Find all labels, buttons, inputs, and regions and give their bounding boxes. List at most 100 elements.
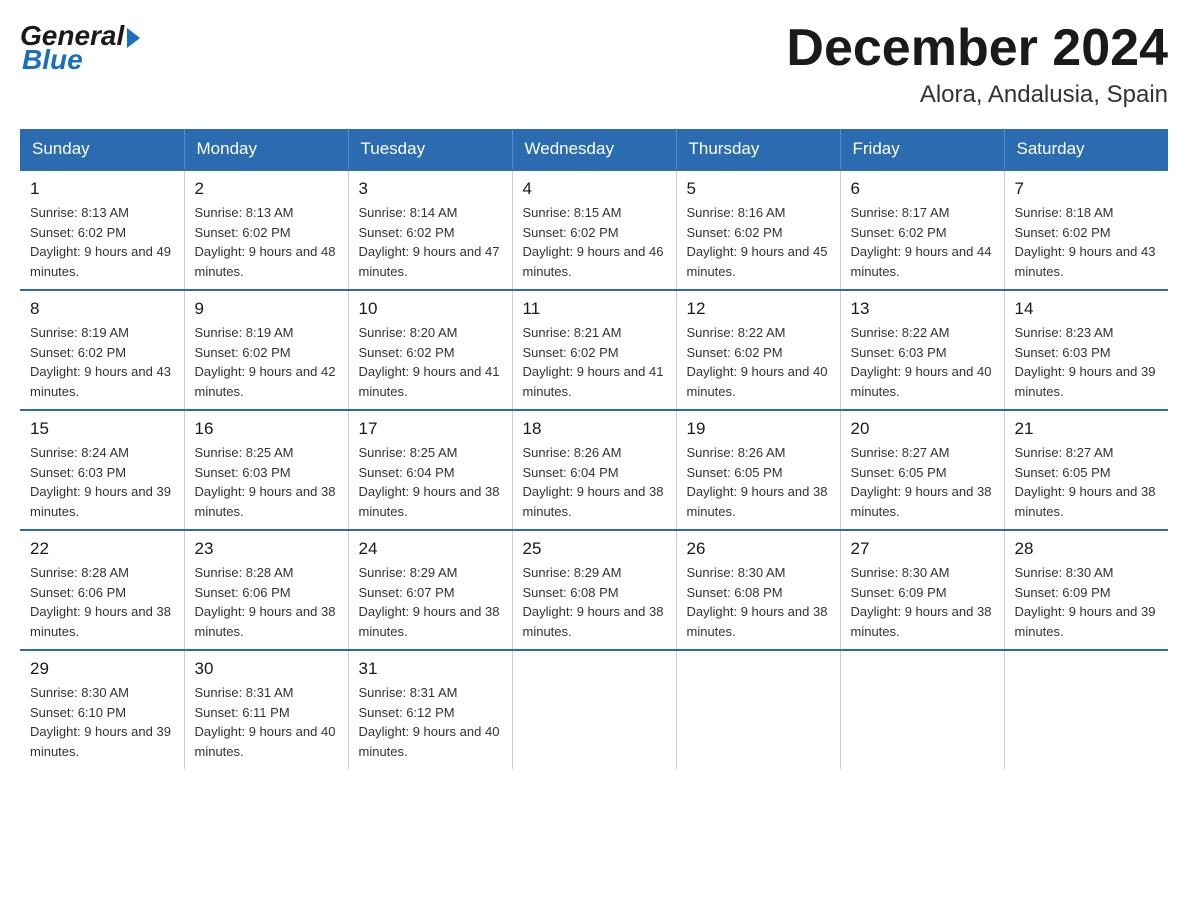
day-number: 5 bbox=[687, 179, 830, 199]
day-info: Sunrise: 8:30 AMSunset: 6:10 PMDaylight:… bbox=[30, 683, 174, 761]
calendar-day-cell: 3 Sunrise: 8:14 AMSunset: 6:02 PMDaylight… bbox=[348, 170, 512, 290]
day-number: 6 bbox=[851, 179, 994, 199]
calendar-day-cell: 26Sunrise: 8:30 AMSunset: 6:08 PMDayligh… bbox=[676, 530, 840, 650]
day-number: 15 bbox=[30, 419, 174, 439]
calendar-day-cell: 31 Sunrise: 8:31 AMSunset: 6:12 PMDayligh… bbox=[348, 650, 512, 769]
calendar-day-cell: 13 Sunrise: 8:22 AMSunset: 6:03 PMDayligh… bbox=[840, 290, 1004, 410]
day-number: 29 bbox=[30, 659, 174, 679]
day-number: 3 bbox=[359, 179, 502, 199]
day-info: Sunrise: 8:19 AMSunset: 6:02 PMDaylight:… bbox=[195, 323, 338, 401]
day-number: 18 bbox=[523, 419, 666, 439]
day-number: 31 bbox=[359, 659, 502, 679]
calendar-day-cell: 14 Sunrise: 8:23 AMSunset: 6:03 PMDayligh… bbox=[1004, 290, 1168, 410]
day-number: 26 bbox=[687, 539, 830, 559]
page-header: General Blue December 2024 Alora, Andalu… bbox=[20, 20, 1168, 109]
day-info: Sunrise: 8:31 AMSunset: 6:11 PMDaylight:… bbox=[195, 683, 338, 761]
calendar-empty-cell bbox=[840, 650, 1004, 769]
day-number: 11 bbox=[523, 299, 666, 319]
calendar-week-row: 1 Sunrise: 8:13 AMSunset: 6:02 PMDaylight… bbox=[20, 170, 1168, 290]
calendar-day-cell: 2Sunrise: 8:13 AMSunset: 6:02 PMDaylight… bbox=[184, 170, 348, 290]
day-number: 21 bbox=[1015, 419, 1159, 439]
logo-blue-text: Blue bbox=[22, 44, 83, 76]
calendar-empty-cell bbox=[512, 650, 676, 769]
calendar-day-cell: 6 Sunrise: 8:17 AMSunset: 6:02 PMDaylight… bbox=[840, 170, 1004, 290]
calendar-day-cell: 1 Sunrise: 8:13 AMSunset: 6:02 PMDaylight… bbox=[20, 170, 184, 290]
calendar-day-cell: 11 Sunrise: 8:21 AMSunset: 6:02 PMDayligh… bbox=[512, 290, 676, 410]
weekday-header-sunday: Sunday bbox=[20, 129, 184, 170]
calendar-day-cell: 23 Sunrise: 8:28 AMSunset: 6:06 PMDayligh… bbox=[184, 530, 348, 650]
day-number: 23 bbox=[195, 539, 338, 559]
day-info: Sunrise: 8:30 AMSunset: 6:09 PMDaylight:… bbox=[1015, 563, 1159, 641]
day-info: Sunrise: 8:15 AMSunset: 6:02 PMDaylight:… bbox=[523, 203, 666, 281]
day-info: Sunrise: 8:13 AMSunset: 6:02 PMDaylight:… bbox=[30, 203, 174, 281]
day-info: Sunrise: 8:18 AMSunset: 6:02 PMDaylight:… bbox=[1015, 203, 1159, 281]
calendar-week-row: 8 Sunrise: 8:19 AMSunset: 6:02 PMDaylight… bbox=[20, 290, 1168, 410]
calendar-day-cell: 16 Sunrise: 8:25 AMSunset: 6:03 PMDayligh… bbox=[184, 410, 348, 530]
day-info: Sunrise: 8:29 AMSunset: 6:07 PMDaylight:… bbox=[359, 563, 502, 641]
calendar-day-cell: 17Sunrise: 8:25 AMSunset: 6:04 PMDayligh… bbox=[348, 410, 512, 530]
calendar-day-cell: 20 Sunrise: 8:27 AMSunset: 6:05 PMDayligh… bbox=[840, 410, 1004, 530]
day-info: Sunrise: 8:26 AMSunset: 6:04 PMDaylight:… bbox=[523, 443, 666, 521]
calendar-day-cell: 9Sunrise: 8:19 AMSunset: 6:02 PMDaylight… bbox=[184, 290, 348, 410]
day-number: 13 bbox=[851, 299, 994, 319]
day-number: 28 bbox=[1015, 539, 1159, 559]
day-info: Sunrise: 8:27 AMSunset: 6:05 PMDaylight:… bbox=[1015, 443, 1159, 521]
day-info: Sunrise: 8:13 AMSunset: 6:02 PMDaylight:… bbox=[195, 203, 338, 281]
weekday-header-tuesday: Tuesday bbox=[348, 129, 512, 170]
day-number: 10 bbox=[359, 299, 502, 319]
day-number: 8 bbox=[30, 299, 174, 319]
day-info: Sunrise: 8:22 AMSunset: 6:03 PMDaylight:… bbox=[851, 323, 994, 401]
day-info: Sunrise: 8:19 AMSunset: 6:02 PMDaylight:… bbox=[30, 323, 174, 401]
calendar-day-cell: 22Sunrise: 8:28 AMSunset: 6:06 PMDayligh… bbox=[20, 530, 184, 650]
calendar-day-cell: 19Sunrise: 8:26 AMSunset: 6:05 PMDayligh… bbox=[676, 410, 840, 530]
day-info: Sunrise: 8:21 AMSunset: 6:02 PMDaylight:… bbox=[523, 323, 666, 401]
day-number: 20 bbox=[851, 419, 994, 439]
day-number: 16 bbox=[195, 419, 338, 439]
day-info: Sunrise: 8:22 AMSunset: 6:02 PMDaylight:… bbox=[687, 323, 830, 401]
day-info: Sunrise: 8:23 AMSunset: 6:03 PMDaylight:… bbox=[1015, 323, 1159, 401]
calendar-day-cell: 29 Sunrise: 8:30 AMSunset: 6:10 PMDayligh… bbox=[20, 650, 184, 769]
day-info: Sunrise: 8:16 AMSunset: 6:02 PMDaylight:… bbox=[687, 203, 830, 281]
day-info: Sunrise: 8:29 AMSunset: 6:08 PMDaylight:… bbox=[523, 563, 666, 641]
day-number: 19 bbox=[687, 419, 830, 439]
day-number: 22 bbox=[30, 539, 174, 559]
calendar-empty-cell bbox=[1004, 650, 1168, 769]
calendar-day-cell: 28 Sunrise: 8:30 AMSunset: 6:09 PMDayligh… bbox=[1004, 530, 1168, 650]
calendar-day-cell: 5 Sunrise: 8:16 AMSunset: 6:02 PMDaylight… bbox=[676, 170, 840, 290]
weekday-header-thursday: Thursday bbox=[676, 129, 840, 170]
calendar-week-row: 29 Sunrise: 8:30 AMSunset: 6:10 PMDayligh… bbox=[20, 650, 1168, 769]
day-number: 30 bbox=[195, 659, 338, 679]
day-info: Sunrise: 8:20 AMSunset: 6:02 PMDaylight:… bbox=[359, 323, 502, 401]
day-number: 17 bbox=[359, 419, 502, 439]
logo: General Blue bbox=[20, 20, 140, 76]
weekday-header-monday: Monday bbox=[184, 129, 348, 170]
day-number: 25 bbox=[523, 539, 666, 559]
day-info: Sunrise: 8:30 AMSunset: 6:09 PMDaylight:… bbox=[851, 563, 994, 641]
day-info: Sunrise: 8:27 AMSunset: 6:05 PMDaylight:… bbox=[851, 443, 994, 521]
day-number: 7 bbox=[1015, 179, 1159, 199]
calendar-day-cell: 27 Sunrise: 8:30 AMSunset: 6:09 PMDayligh… bbox=[840, 530, 1004, 650]
day-number: 27 bbox=[851, 539, 994, 559]
calendar-day-cell: 4 Sunrise: 8:15 AMSunset: 6:02 PMDaylight… bbox=[512, 170, 676, 290]
weekday-header-wednesday: Wednesday bbox=[512, 129, 676, 170]
weekday-header-saturday: Saturday bbox=[1004, 129, 1168, 170]
calendar-day-cell: 25 Sunrise: 8:29 AMSunset: 6:08 PMDayligh… bbox=[512, 530, 676, 650]
calendar-table: SundayMondayTuesdayWednesdayThursdayFrid… bbox=[20, 129, 1168, 769]
day-info: Sunrise: 8:25 AMSunset: 6:03 PMDaylight:… bbox=[195, 443, 338, 521]
day-info: Sunrise: 8:14 AMSunset: 6:02 PMDaylight:… bbox=[359, 203, 502, 281]
day-number: 14 bbox=[1015, 299, 1159, 319]
calendar-empty-cell bbox=[676, 650, 840, 769]
day-info: Sunrise: 8:31 AMSunset: 6:12 PMDaylight:… bbox=[359, 683, 502, 761]
weekday-header-friday: Friday bbox=[840, 129, 1004, 170]
day-info: Sunrise: 8:17 AMSunset: 6:02 PMDaylight:… bbox=[851, 203, 994, 281]
day-number: 4 bbox=[523, 179, 666, 199]
day-number: 12 bbox=[687, 299, 830, 319]
calendar-title-area: December 2024 Alora, Andalusia, Spain bbox=[786, 20, 1168, 109]
day-number: 24 bbox=[359, 539, 502, 559]
day-info: Sunrise: 8:28 AMSunset: 6:06 PMDaylight:… bbox=[195, 563, 338, 641]
calendar-day-cell: 7 Sunrise: 8:18 AMSunset: 6:02 PMDaylight… bbox=[1004, 170, 1168, 290]
logo-arrow-icon bbox=[127, 28, 140, 48]
day-number: 1 bbox=[30, 179, 174, 199]
calendar-week-row: 22 Sunrise: 8:28 AMSunset: 6:06 PMDayligh… bbox=[20, 530, 1168, 650]
location-title: Alora, Andalusia, Spain bbox=[786, 81, 1168, 109]
